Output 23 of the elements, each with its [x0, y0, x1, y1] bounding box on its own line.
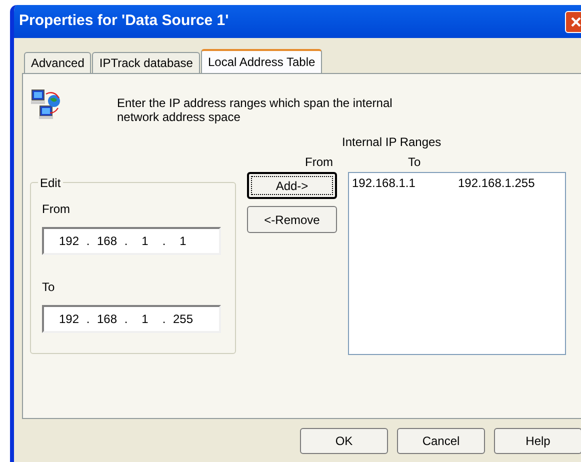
list-cell-text: 192.168.1.255 — [458, 175, 535, 192]
list-cell-text: 192.168.1.1 — [352, 175, 416, 192]
field-label: To — [42, 279, 56, 296]
column-header: From — [305, 154, 333, 171]
field-label: From — [42, 201, 71, 218]
close-button[interactable] — [565, 11, 581, 33]
ranges-list[interactable]: 192.168.1.1 192.168.1.255 — [348, 172, 566, 355]
tab[interactable]: Advanced — [24, 52, 92, 73]
window-title: Properties for 'Data Source 1' — [19, 11, 229, 32]
dialog-button[interactable]: OK — [300, 428, 388, 454]
dialog-button[interactable]: Help — [494, 428, 581, 454]
close-icon — [570, 16, 581, 28]
ip-address-field[interactable]: 192 . 168 . 1 . 255 — [42, 305, 221, 333]
instruction-text: Enter the IP address ranges which span the internal network address space — [117, 96, 394, 124]
tab[interactable]: IPTrack database — [92, 52, 200, 73]
network-computers-icon — [30, 88, 62, 120]
add-button[interactable]: Add-> — [247, 172, 337, 199]
ip-address-field[interactable]: 192 . 168 . 1 . 1 — [42, 227, 221, 255]
remove-button[interactable]: <-Remove — [247, 206, 337, 233]
tab[interactable]: Local Address Table — [200, 49, 322, 74]
ranges-title: Internal IP Ranges — [342, 134, 442, 151]
dialog-button[interactable]: Cancel — [397, 428, 485, 454]
column-header: To — [408, 154, 421, 171]
